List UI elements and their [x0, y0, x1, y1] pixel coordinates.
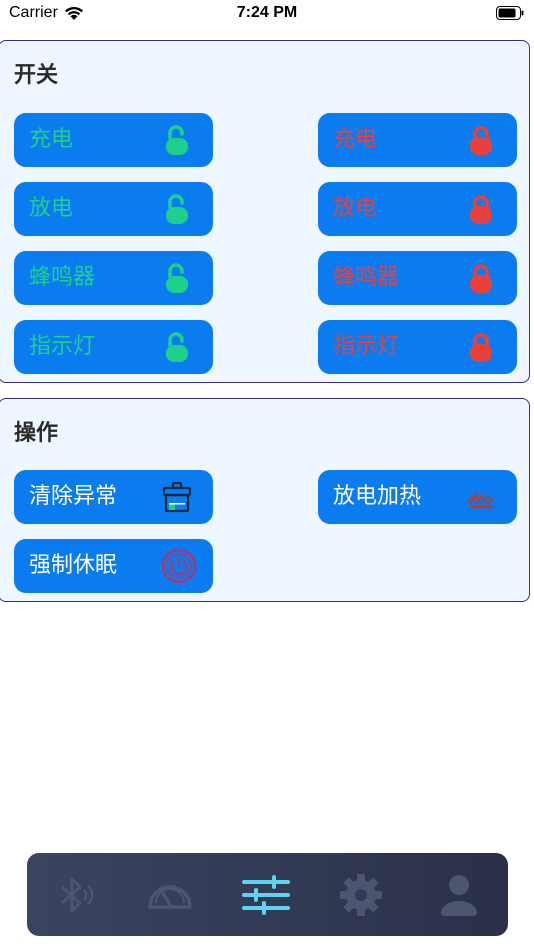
force-sleep-button[interactable]: 强制休眠	[14, 539, 213, 593]
discharge-heat-label: 放电加热	[333, 484, 422, 509]
power-icon	[161, 548, 197, 584]
buzzer-unlock-button[interactable]: 蜂鸣器	[14, 251, 213, 305]
bluetooth-icon	[61, 877, 94, 913]
lock-icon	[470, 333, 492, 362]
tab-dashboard[interactable]	[144, 869, 196, 921]
user-icon	[441, 875, 477, 916]
charge-lock-button[interactable]: 充电	[318, 113, 517, 167]
battery-icon	[496, 6, 524, 20]
sliders-icon	[242, 875, 290, 915]
tab-controls[interactable]	[240, 869, 292, 921]
buzzer-lock-button[interactable]: 蜂鸣器	[318, 251, 517, 305]
unlock-icon	[166, 263, 188, 293]
indicator-lock-label: 指示灯	[333, 334, 400, 359]
discharge-heat-button[interactable]: 放电加热	[318, 470, 517, 524]
clear-error-button[interactable]: 清除异常	[14, 470, 213, 524]
clear-box-icon	[162, 481, 192, 513]
discharge-unlock-button[interactable]: 放电	[14, 182, 213, 236]
discharge-lock-button[interactable]: 放电	[318, 182, 517, 236]
lock-icon	[470, 126, 492, 155]
buzzer-lock-label: 蜂鸣器	[333, 265, 400, 290]
status-bar: Carrier 7:24 PM	[0, 0, 534, 30]
operations-panel: 操作 清除异常 放电加热 强制休眠	[0, 398, 530, 602]
indicator-lock-button[interactable]: 指示灯	[318, 320, 517, 374]
buzzer-unlock-label: 蜂鸣器	[29, 265, 96, 290]
clear-error-label: 清除异常	[29, 484, 118, 509]
heat-icon	[468, 492, 495, 509]
switch-panel-title: 开关	[14, 63, 59, 88]
lock-icon	[470, 195, 492, 224]
charge-lock-label: 充电	[333, 127, 378, 152]
operations-panel-title: 操作	[14, 421, 59, 446]
tab-settings[interactable]	[335, 869, 387, 921]
unlock-icon	[166, 332, 188, 362]
discharge-lock-label: 放电	[333, 196, 378, 221]
force-sleep-label: 强制休眠	[29, 553, 118, 578]
unlock-icon	[166, 125, 188, 155]
indicator-unlock-label: 指示灯	[29, 334, 96, 359]
unlock-icon	[166, 194, 188, 224]
gear-icon	[340, 874, 382, 916]
charge-unlock-button[interactable]: 充电	[14, 113, 213, 167]
switch-panel: 开关 充电 充电 放电 放电 蜂鸣器 蜂鸣器 指示灯 指示灯	[0, 40, 530, 383]
tab-profile[interactable]	[433, 869, 485, 921]
tab-bar	[27, 853, 508, 936]
charge-unlock-label: 充电	[29, 127, 74, 152]
gauge-icon	[148, 885, 192, 909]
indicator-unlock-button[interactable]: 指示灯	[14, 320, 213, 374]
discharge-unlock-label: 放电	[29, 196, 74, 221]
clock: 7:24 PM	[236, 4, 298, 21]
tab-bluetooth[interactable]	[48, 869, 100, 921]
lock-icon	[470, 264, 492, 293]
